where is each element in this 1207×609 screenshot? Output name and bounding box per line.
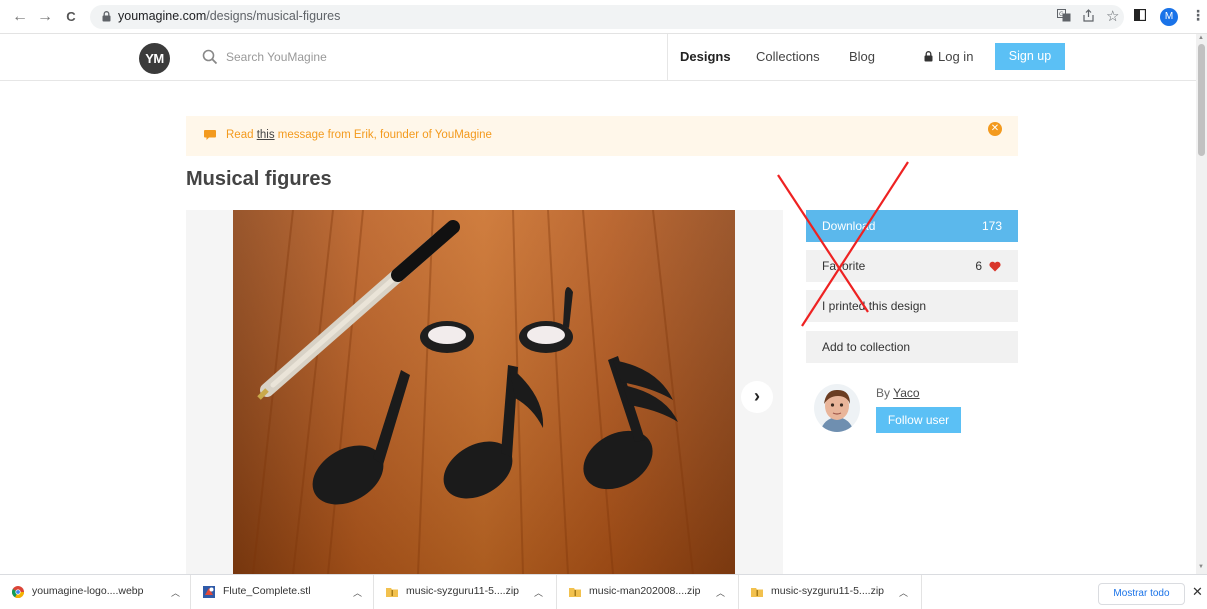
url-text: youmagine.com/designs/musical-figures	[118, 9, 341, 23]
banner-message: Read this message from Erik, founder of …	[226, 129, 492, 141]
youmagine-logo[interactable]: YM	[139, 43, 170, 74]
download-item[interactable]: music-man202008....zip ︿	[557, 575, 739, 609]
back-arrow-icon[interactable]: ←	[11, 8, 29, 26]
speech-bubble-icon	[204, 130, 216, 140]
nav-collections[interactable]: Collections	[756, 49, 820, 64]
follow-user-button[interactable]: Follow user	[876, 407, 961, 433]
lock-icon	[924, 51, 933, 62]
signup-button[interactable]: Sign up	[995, 43, 1065, 70]
chevron-up-icon[interactable]: ︿	[899, 586, 908, 599]
download-count: 173	[981, 219, 1002, 233]
close-icon[interactable]: ✕	[988, 122, 1002, 136]
page-scrollbar[interactable]: ▲ ▼	[1196, 34, 1207, 574]
chevron-up-icon[interactable]: ︿	[353, 586, 362, 599]
scroll-up-icon[interactable]: ▲	[1198, 35, 1204, 41]
stl-icon	[203, 586, 215, 598]
add-to-collection-button[interactable]: Add to collection	[806, 331, 1018, 363]
next-image-button[interactable]: ›	[741, 381, 773, 413]
banner-link[interactable]: this	[257, 129, 275, 141]
reload-icon[interactable]: C	[62, 8, 80, 26]
search-input[interactable]	[226, 46, 626, 68]
nav-blog[interactable]: Blog	[849, 49, 875, 64]
scroll-thumb[interactable]	[1198, 44, 1205, 156]
header-divider	[667, 34, 668, 81]
download-button[interactable]: Download 173	[806, 210, 1018, 242]
nav-designs[interactable]: Designs	[680, 49, 731, 64]
profile-avatar[interactable]: M	[1160, 8, 1178, 26]
founder-message-banner: Read this message from Erik, founder of …	[186, 116, 1018, 156]
site-header: YM Designs Collections Blog Log in Sign …	[0, 34, 1196, 81]
search-icon	[202, 49, 218, 65]
chevron-up-icon[interactable]: ︿	[534, 586, 543, 599]
forward-arrow-icon[interactable]: →	[36, 8, 54, 26]
bookmark-star-icon[interactable]: ☆	[1106, 7, 1119, 25]
download-shelf: youmagine-logo....webp ︿ Flute_Complete.…	[0, 574, 1207, 609]
chevron-up-icon[interactable]: ︿	[171, 586, 180, 599]
share-icon[interactable]	[1082, 9, 1095, 25]
scroll-down-icon[interactable]: ▼	[1198, 564, 1204, 570]
zip-folder-icon	[386, 588, 398, 597]
login-link[interactable]: Log in	[938, 49, 973, 64]
download-item[interactable]: Flute_Complete.stl ︿	[191, 575, 374, 609]
page-title: Musical figures	[186, 168, 332, 190]
download-item[interactable]: youmagine-logo....webp ︿	[0, 575, 191, 609]
translate-icon[interactable]: G	[1057, 9, 1071, 25]
address-bar[interactable]: youmagine.com/designs/musical-figures	[90, 5, 1124, 29]
printed-this-design-button[interactable]: I printed this design	[806, 290, 1018, 322]
heart-icon	[989, 261, 1001, 272]
show-all-downloads-button[interactable]: Mostrar todo	[1098, 583, 1185, 605]
favorite-button[interactable]: Favorite 6	[806, 250, 1018, 282]
menu-kebab-icon[interactable]: ⋮	[1191, 7, 1205, 24]
zip-folder-icon	[569, 588, 581, 597]
lock-icon	[102, 11, 111, 22]
browser-toolbar: ← → C youmagine.com/designs/musical-figu…	[0, 0, 1207, 34]
zip-folder-icon	[751, 588, 763, 597]
image-gallery	[186, 210, 783, 574]
design-photo[interactable]	[233, 210, 735, 574]
download-item[interactable]: music-syzguru11-5....zip ︿	[374, 575, 557, 609]
chevron-up-icon[interactable]: ︿	[716, 586, 725, 599]
author-link[interactable]: Yaco	[893, 386, 919, 400]
close-icon[interactable]: ✕	[1192, 584, 1203, 600]
avatar[interactable]	[814, 384, 860, 432]
svg-text:G: G	[1059, 11, 1064, 18]
author-byline: By Yaco	[876, 386, 920, 400]
chrome-icon	[12, 586, 24, 598]
download-item[interactable]: music-syzguru11-5....zip ︿	[739, 575, 922, 609]
favorite-count: 6	[975, 259, 982, 273]
side-panel-icon[interactable]	[1133, 8, 1147, 24]
